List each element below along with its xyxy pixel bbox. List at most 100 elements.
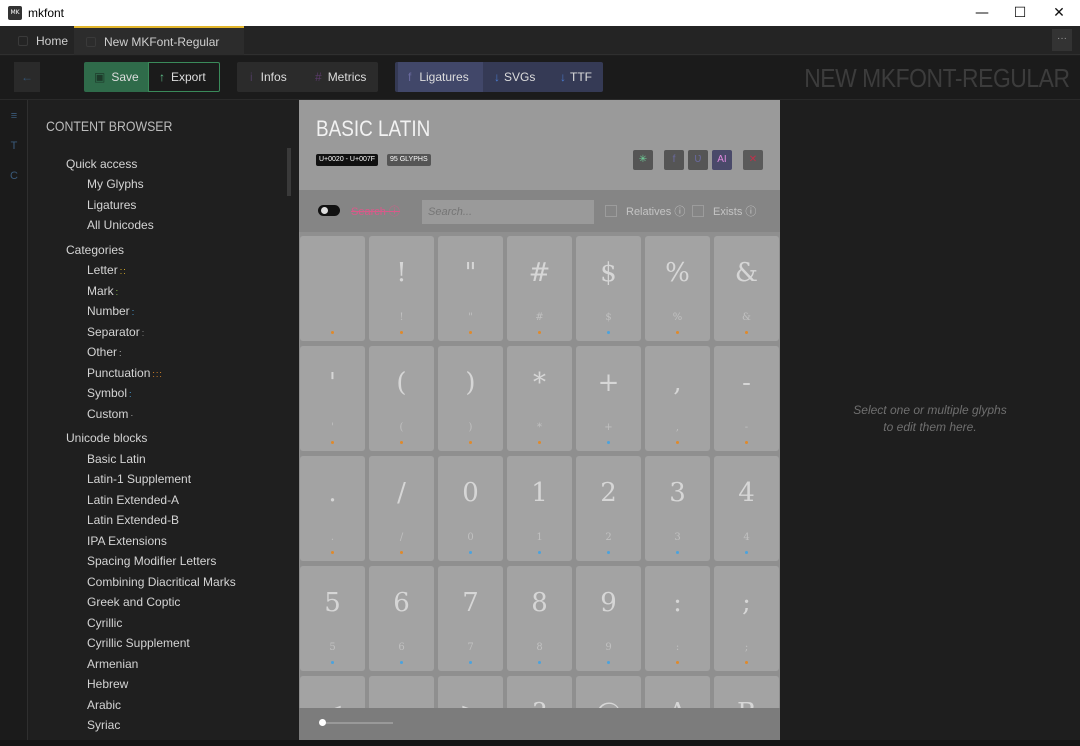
unicode-block-item[interactable]: Greek and Coptic — [87, 595, 180, 615]
illustrator-icon[interactable]: AI — [712, 150, 732, 170]
ligatures-button[interactable]: f Ligatures — [398, 62, 483, 92]
category-item[interactable]: Number: — [87, 304, 135, 324]
unicode-block-item[interactable]: Latin-1 Supplement — [87, 472, 191, 492]
glyph-cell[interactable]: AA — [645, 676, 710, 708]
unicode-block-item[interactable]: Cyrillic — [87, 616, 122, 636]
glyph-cell[interactable]: !! — [369, 236, 434, 341]
glyph-cell[interactable]: 33 — [645, 456, 710, 561]
glyph-cell[interactable]: * * — [507, 346, 572, 451]
section-unicode-blocks[interactable]: Unicode blocks — [66, 431, 147, 451]
glyph-cell[interactable]: / / — [369, 456, 434, 561]
unicode-block-item[interactable]: Armenian — [87, 657, 138, 677]
glyph-cell[interactable]: BB — [714, 676, 779, 708]
unicode-block-item[interactable]: Hebrew — [87, 677, 128, 697]
import-ttf-icon: ↓ — [560, 70, 566, 84]
list-item[interactable]: Ligatures — [87, 198, 136, 218]
glyph-cell[interactable]: ' ' — [300, 346, 365, 451]
tab-document[interactable]: New MKFont-Regular — [74, 26, 244, 55]
metrics-icon: # — [315, 70, 322, 84]
svg-action-icon[interactable]: Ʋ — [688, 150, 708, 170]
unicode-block-item[interactable]: Combining Diacritical Marks — [87, 575, 236, 595]
more-options-button[interactable]: ··· — [1052, 29, 1072, 51]
category-item[interactable]: Custom · — [87, 407, 134, 427]
glyph-category-dot — [538, 331, 541, 334]
close-panel-icon[interactable]: ✕ — [743, 150, 763, 170]
search-toggle[interactable] — [318, 205, 340, 216]
glyph-cell[interactable]: @@ — [576, 676, 641, 708]
glyph-cell[interactable]: 77 — [438, 566, 503, 671]
glyph-cell[interactable]: 22 — [576, 456, 641, 561]
glyph-cell[interactable]: (( — [369, 346, 434, 451]
rail-refresh-icon[interactable]: C — [4, 166, 24, 186]
glyph-cell[interactable]: 11 — [507, 456, 572, 561]
list-item[interactable]: My Glyphs — [87, 177, 144, 197]
unicode-block-item[interactable]: Latin Extended-A — [87, 493, 179, 513]
glyph-cell[interactable] — [300, 236, 365, 341]
category-item[interactable]: Mark: — [87, 284, 119, 304]
glyph-cell[interactable]: )) — [438, 346, 503, 451]
browser-scrollbar[interactable] — [287, 148, 291, 196]
section-categories[interactable]: Categories — [66, 243, 124, 263]
category-item[interactable]: Other: — [87, 345, 123, 365]
glyph-cell[interactable]: # # — [507, 236, 572, 341]
close-window-button[interactable]: ✕ — [1040, 0, 1078, 26]
glyph-cell[interactable]: .. — [300, 456, 365, 561]
svgs-button[interactable]: ↓ SVGs — [484, 62, 545, 92]
unicode-block-item[interactable]: Cyrillic Supplement — [87, 636, 190, 656]
minimize-button[interactable]: — — [963, 0, 1001, 26]
glyph-cell[interactable]: << — [300, 676, 365, 708]
glyph-cell[interactable]: == — [369, 676, 434, 708]
unicode-block-item[interactable]: Arabic — [87, 698, 121, 718]
ligature-action-icon[interactable]: f — [664, 150, 684, 170]
glyph-cell[interactable]: 55 — [300, 566, 365, 671]
unicode-block-item[interactable]: Basic Latin — [87, 452, 146, 472]
relatives-label: Relatives ⓘ — [626, 206, 686, 218]
glyph-cell[interactable]: 99 — [576, 566, 641, 671]
unicode-block-item[interactable]: Syriac — [87, 718, 120, 738]
back-button[interactable]: ← — [14, 62, 40, 92]
save-button[interactable]: ▣ Save — [84, 62, 148, 92]
glyph-preview: 4 — [738, 478, 755, 508]
metrics-button[interactable]: # Metrics — [305, 62, 376, 92]
glyph-char-label: 9 — [605, 642, 612, 653]
unicode-block-item[interactable]: IPA Extensions — [87, 534, 167, 554]
zoom-slider[interactable] — [321, 722, 393, 724]
glyph-category-dot — [607, 551, 610, 554]
search-input[interactable] — [422, 200, 594, 224]
glyph-cell[interactable]: + + — [576, 346, 641, 451]
ttf-button[interactable]: ↓ TTF — [550, 62, 602, 92]
glyph-cell[interactable]: 44 — [714, 456, 779, 561]
category-item[interactable]: Separator: — [87, 325, 145, 345]
list-item[interactable]: All Unicodes — [87, 218, 154, 238]
category-item[interactable]: Letter:: — [87, 263, 127, 283]
category-item[interactable]: Symbol: — [87, 386, 133, 406]
glyph-cell[interactable]: & & — [714, 236, 779, 341]
maximize-button[interactable]: ☐ — [1001, 0, 1039, 26]
category-item[interactable]: Punctuation::: — [87, 366, 163, 386]
rail-list-icon[interactable]: ≡ — [4, 106, 24, 126]
tab-home[interactable]: Home — [0, 26, 74, 55]
relatives-checkbox[interactable] — [605, 205, 617, 217]
select-all-icon[interactable]: ✳ — [633, 150, 653, 170]
glyph-cell[interactable]: 00 — [438, 456, 503, 561]
glyph-cell[interactable]: 88 — [507, 566, 572, 671]
section-quick-access[interactable]: Quick access — [66, 157, 137, 177]
unicode-block-item[interactable]: Spacing Modifier Letters — [87, 554, 216, 574]
glyph-cell[interactable]: 66 — [369, 566, 434, 671]
zoom-slider-handle[interactable] — [319, 719, 326, 726]
glyph-cell[interactable]: %% — [645, 236, 710, 341]
rail-text-icon[interactable]: T — [4, 136, 24, 156]
status-bar — [0, 740, 1080, 746]
glyph-cell[interactable]: ;; — [714, 566, 779, 671]
glyph-cell[interactable]: ?? — [507, 676, 572, 708]
glyph-cell[interactable]: $ $ — [576, 236, 641, 341]
glyph-cell[interactable]: >> — [438, 676, 503, 708]
export-button[interactable]: ↑ Export — [148, 62, 220, 92]
infos-button[interactable]: i Infos — [240, 62, 297, 92]
exists-checkbox[interactable] — [692, 205, 704, 217]
glyph-cell[interactable]: :: — [645, 566, 710, 671]
glyph-cell[interactable]: ,, — [645, 346, 710, 451]
glyph-cell[interactable]: " " — [438, 236, 503, 341]
glyph-cell[interactable]: -- — [714, 346, 779, 451]
unicode-block-item[interactable]: Latin Extended-B — [87, 513, 179, 533]
